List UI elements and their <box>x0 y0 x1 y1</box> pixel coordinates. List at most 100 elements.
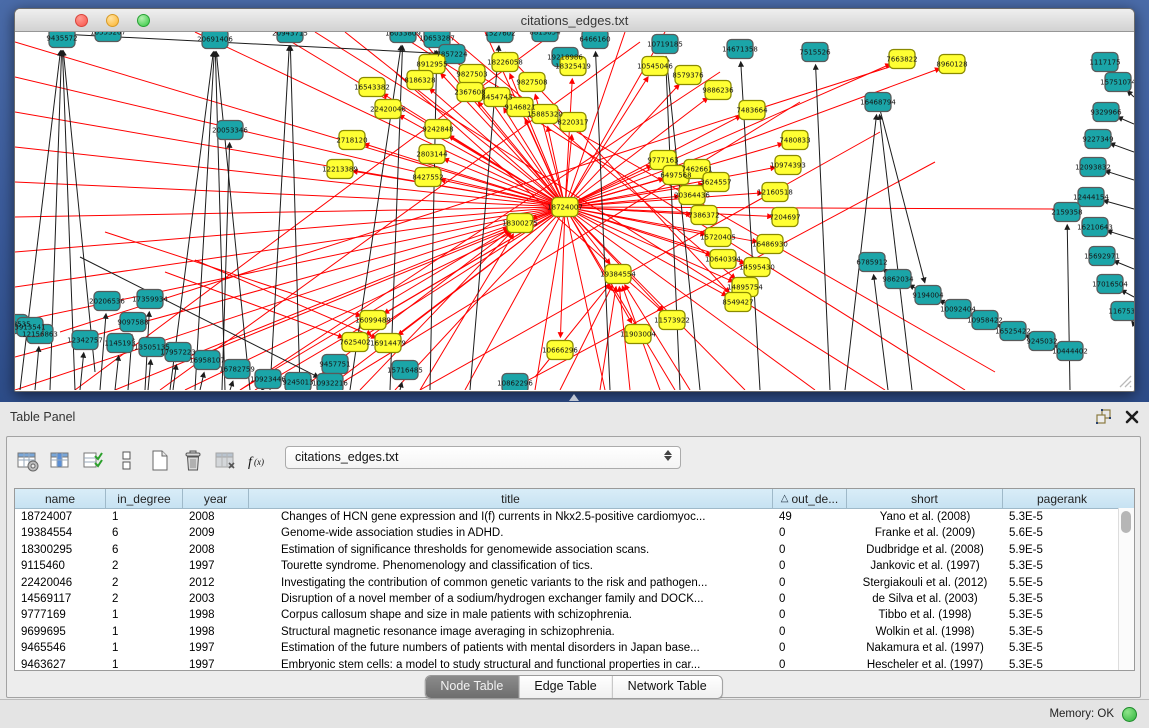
table-cell: 2 <box>106 575 183 591</box>
svg-text:8960128: 8960128 <box>936 61 967 69</box>
svg-text:17016504: 17016504 <box>1092 281 1128 289</box>
table-cell: 1998 <box>183 607 249 623</box>
svg-text:7386372: 7386372 <box>688 212 719 220</box>
resize-grip-icon[interactable] <box>1116 372 1132 388</box>
table-row[interactable]: 946362711997Embryonic stem cells: a mode… <box>15 657 1134 671</box>
svg-text:9194004: 9194004 <box>912 292 944 300</box>
table-row[interactable]: 1872400712008Changes of HCN gene express… <box>15 509 1134 525</box>
table-cell: Corpus callosum shape and size in male p… <box>249 607 773 623</box>
tab-network-table[interactable]: Network Table <box>613 676 722 698</box>
delete-column-icon[interactable] <box>180 448 204 472</box>
float-panel-icon[interactable] <box>1093 407 1113 432</box>
table-cell: 5.3E-5 <box>1003 591 1121 607</box>
new-column-icon[interactable] <box>147 448 171 472</box>
vertical-scrollbar[interactable] <box>1118 508 1134 671</box>
svg-text:15885320: 15885320 <box>527 111 563 119</box>
svg-text:17359934: 17359934 <box>132 296 168 304</box>
table-cell: Structural magnetic resonance image aver… <box>249 624 773 640</box>
column-header-year[interactable]: year <box>183 489 249 508</box>
table-row[interactable]: 946554611997Estimation of the future num… <box>15 640 1134 656</box>
svg-text:2159358: 2159358 <box>1051 209 1082 217</box>
svg-text:1167533: 1167533 <box>1108 308 1134 316</box>
svg-text:9227349: 9227349 <box>1082 136 1113 144</box>
column-header-in-degree[interactable]: in_degree <box>106 489 183 508</box>
table-cell: 9777169 <box>15 607 106 623</box>
svg-text:12444154: 12444154 <box>1073 194 1109 202</box>
svg-text:9827503: 9827503 <box>456 71 487 79</box>
svg-text:8454743: 8454743 <box>481 94 512 102</box>
network-graph[interactable]: 9435572206914062094371516033809106532871… <box>15 32 1134 390</box>
svg-text:10862296: 10862296 <box>497 380 533 388</box>
table-cell: de Silva et al. (2003) <box>847 591 1003 607</box>
table-cell: 5.3E-5 <box>1003 657 1121 671</box>
table-cell: 9699695 <box>15 624 106 640</box>
svg-text:8220317: 8220317 <box>557 119 588 127</box>
svg-text:16210643: 16210643 <box>1077 224 1113 232</box>
tab-node-table[interactable]: Node Table <box>425 676 519 698</box>
svg-text:17957223: 17957223 <box>160 349 196 357</box>
svg-text:16782759: 16782759 <box>219 366 255 374</box>
table-cell: 5.9E-5 <box>1003 542 1121 558</box>
svg-text:10974393: 10974393 <box>770 162 806 170</box>
table-row[interactable]: 1830029562008Estimation of significance … <box>15 542 1134 558</box>
svg-text:18724007: 18724007 <box>547 204 583 212</box>
table-selector-dropdown[interactable]: citations_edges.txt <box>285 446 681 469</box>
column-header-name[interactable]: name <box>15 489 106 508</box>
svg-text:20691406: 20691406 <box>197 36 233 44</box>
svg-text:20206536: 20206536 <box>89 298 125 306</box>
delete-table-icon[interactable] <box>213 448 237 472</box>
table-cell: 0 <box>773 558 847 574</box>
svg-text:9827508: 9827508 <box>516 79 547 87</box>
table-mode-icon[interactable] <box>15 448 39 472</box>
show-columns-icon[interactable] <box>48 448 72 472</box>
svg-text:16525422: 16525422 <box>995 328 1031 336</box>
function-builder-icon[interactable]: f(x) <box>246 448 270 472</box>
table-cell: 1997 <box>183 640 249 656</box>
close-panel-icon[interactable] <box>1123 408 1141 431</box>
svg-text:7480833: 7480833 <box>779 137 810 145</box>
tab-edge-table[interactable]: Edge Table <box>519 676 612 698</box>
table-panel-title: Table Panel <box>10 410 75 424</box>
table-cell: Jankovic et al. (1997) <box>847 558 1003 574</box>
network-view[interactable]: 9435572206914062094371516033809106532871… <box>15 32 1134 390</box>
splitter-handle[interactable] <box>569 394 579 401</box>
svg-text:9886236: 9886236 <box>702 87 734 95</box>
table-cell: 6 <box>106 542 183 558</box>
table-row[interactable]: 911546021997Tourette syndrome. Phenomeno… <box>15 558 1134 574</box>
table-cell: 0 <box>773 591 847 607</box>
svg-text:9329966: 9329966 <box>1090 109 1122 117</box>
table-cell: Changes of HCN gene expression and I(f) … <box>249 509 773 525</box>
svg-text:10092404: 10092404 <box>940 306 976 314</box>
table-row[interactable]: 2242004622012Investigating the contribut… <box>15 575 1134 591</box>
svg-text:18325419: 18325419 <box>555 63 591 71</box>
table-cell: 1998 <box>183 624 249 640</box>
column-header-pagerank[interactable]: pagerank <box>1003 489 1121 508</box>
table-cell: 1997 <box>183 657 249 671</box>
svg-text:9777163: 9777163 <box>647 157 678 165</box>
columns-icon[interactable] <box>114 448 138 472</box>
table-cell: 0 <box>773 657 847 671</box>
row-check-icon[interactable] <box>81 448 105 472</box>
column-header-out-de-[interactable]: △out_de... <box>773 489 847 508</box>
svg-text:7857224: 7857224 <box>436 51 468 59</box>
network-window-titlebar[interactable]: citations_edges.txt <box>15 9 1134 32</box>
table-row[interactable]: 977716911998Corpus callosum shape and si… <box>15 607 1134 623</box>
table-row[interactable]: 969969511998Structural magnetic resonanc… <box>15 624 1134 640</box>
network-window: citations_edges.txt 94355722069140620943… <box>14 8 1135 392</box>
table-row[interactable]: 1456911722003Disruption of a novel membe… <box>15 591 1134 607</box>
column-header-short[interactable]: short <box>847 489 1003 508</box>
svg-text:16914479: 16914479 <box>370 340 406 348</box>
table-row[interactable]: 1938455462009Genome-wide association stu… <box>15 525 1134 541</box>
column-header-title[interactable]: title <box>249 489 773 508</box>
svg-text:9242848: 9242848 <box>422 126 453 134</box>
svg-text:16468794: 16468794 <box>860 99 896 107</box>
table-cell: Yano et al. (2008) <box>847 509 1003 525</box>
svg-text:3624557: 3624557 <box>700 179 731 187</box>
table-cell: 2008 <box>183 509 249 525</box>
table-cell: 2008 <box>183 542 249 558</box>
svg-text:12342757: 12342757 <box>67 337 103 345</box>
svg-text:9457751: 9457751 <box>319 361 350 369</box>
dropdown-stepper-icon <box>664 450 672 461</box>
scrollbar-thumb[interactable] <box>1121 511 1131 533</box>
table-cell: Tibbo et al. (1998) <box>847 607 1003 623</box>
